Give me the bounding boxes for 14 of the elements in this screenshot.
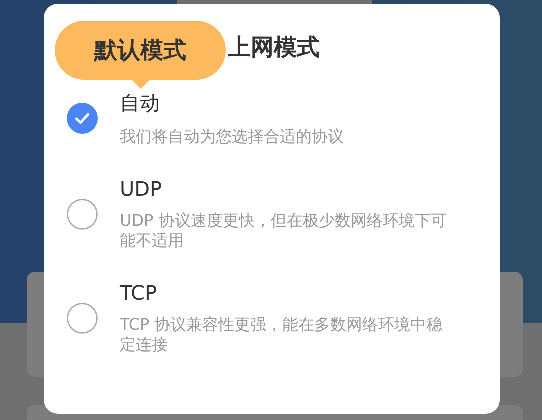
option-item[interactable]: 自动 我们将自动为您选择合适的协议: [44, 90, 500, 147]
option-description: UDP 协议速度更快，但在极少数网络环境下可能不适用: [120, 211, 448, 251]
option-label: 自动: [120, 90, 161, 117]
option-item[interactable]: TCP TCP 协议兼容性更强，能在多数网络环境中稳定连接: [44, 281, 500, 355]
radio-unchecked-icon[interactable]: [66, 302, 98, 334]
radio-checked-icon[interactable]: [66, 103, 98, 134]
option-description: 我们将自动为您选择合适的协议: [120, 127, 345, 147]
radio-unchecked-icon[interactable]: [66, 198, 98, 230]
option-label: TCP: [120, 281, 158, 305]
option-description: TCP 协议兼容性更强，能在多数网络环境中稳定连接: [120, 315, 444, 355]
tooltip-bubble: 默认模式: [55, 21, 226, 89]
option-label: UDP: [120, 177, 164, 201]
option-item[interactable]: UDP UDP 协议速度更快，但在极少数网络环境下可能不适用: [44, 177, 500, 251]
dialog-title: 上网模式: [228, 35, 320, 61]
